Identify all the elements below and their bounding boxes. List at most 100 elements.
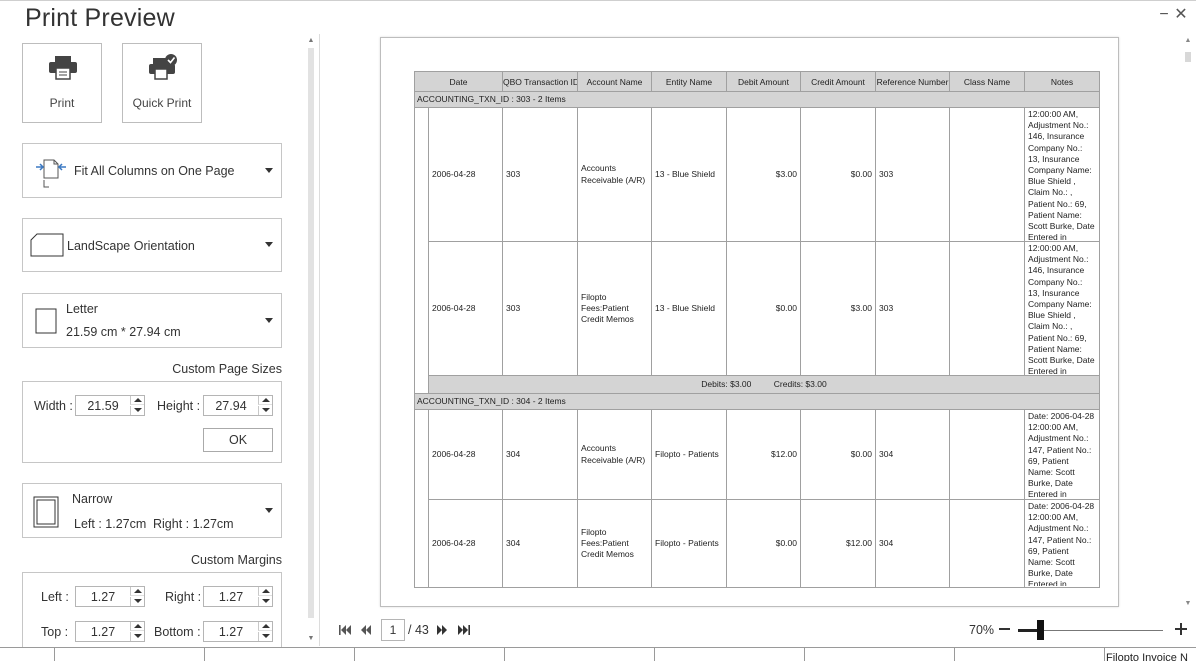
minimize-button[interactable]: − (1156, 6, 1172, 24)
group-header-row: ACCOUNTING_TXN_ID : 304 - 2 Items (414, 393, 1100, 410)
top-border (0, 0, 1196, 1)
cell-reference: 303 (875, 241, 950, 376)
bottom-margin-up-arrow[interactable] (258, 622, 272, 631)
left-margin-label: Left : (41, 590, 69, 604)
cell-class (949, 409, 1025, 500)
cell-notes: 12:00:00 AM, Adjustment No.: 146, Insura… (1024, 107, 1100, 242)
scrollbar-thumb[interactable] (308, 48, 314, 618)
cell-class (949, 241, 1025, 376)
next-page-icon[interactable] (434, 623, 450, 637)
cell-account: Accounts Receivable (A/R) (577, 107, 652, 242)
page-number-input[interactable] (381, 619, 405, 641)
cell-debit: $0.00 (726, 241, 801, 376)
cell-txn-id: 303 (502, 241, 578, 376)
cell-reference: 303 (875, 107, 950, 242)
margins-dropdown[interactable]: Narrow Left : 1.27cm Right : 1.27cm (22, 483, 282, 538)
summary-debits: Debits: $3.00 (701, 378, 752, 389)
preview-scrollbar[interactable]: ▲ ▼ (1182, 34, 1194, 612)
cell-debit: $3.00 (726, 107, 801, 242)
scaling-dropdown[interactable]: Fit All Columns on One Page (22, 143, 282, 198)
landscape-page-icon (30, 233, 64, 257)
cell-date: 2006-04-28 (428, 241, 503, 376)
cell-notes: Date: 2006-04-28 12:00:00 AM, Adjustment… (1024, 499, 1100, 588)
height-stepper[interactable] (203, 395, 273, 416)
left-margin-down-arrow[interactable] (130, 597, 144, 606)
paper-size: 21.59 cm * 27.94 cm (66, 325, 181, 339)
right-margin-label: Right : (165, 590, 202, 604)
scroll-up-arrow-icon[interactable]: ▲ (1182, 36, 1194, 46)
width-input[interactable] (76, 396, 130, 415)
close-button[interactable]: ✕ (1173, 6, 1189, 24)
cell-notes: Date: 2006-04-28 12:00:00 AM, Adjustment… (1024, 409, 1100, 500)
scaling-value: Fit All Columns on One Page (74, 164, 235, 178)
width-down-arrow[interactable] (130, 406, 144, 415)
cell-credit: $3.00 (800, 241, 876, 376)
bottom-margin-stepper[interactable] (203, 621, 273, 642)
scroll-down-arrow-icon[interactable]: ▼ (1182, 599, 1194, 609)
paper-size-dropdown[interactable]: Letter 21.59 cm * 27.94 cm (22, 293, 282, 348)
chevron-down-icon (265, 167, 273, 173)
right-margin-down-arrow[interactable] (258, 597, 272, 606)
right-margin-stepper[interactable] (203, 586, 273, 607)
top-margin-down-arrow[interactable] (130, 632, 144, 641)
cell-class (949, 107, 1025, 242)
top-margin-stepper[interactable] (75, 621, 145, 642)
right-margin-input[interactable] (204, 587, 258, 606)
zoom-level: 70% (969, 623, 995, 637)
height-down-arrow[interactable] (258, 406, 272, 415)
left-margin-input[interactable] (76, 587, 130, 606)
right-margin-up-arrow[interactable] (258, 587, 272, 596)
custom-margins-label: Custom Margins (191, 553, 282, 567)
width-label: Width : (34, 399, 73, 413)
table-row: 2006-04-28 304 Accounts Receivable (A/R)… (414, 409, 1100, 500)
width-stepper[interactable] (75, 395, 145, 416)
background-cell-text: Filopto Invoice N (1106, 652, 1188, 661)
zoom-slider-thumb[interactable] (1036, 620, 1044, 640)
paper-icon (35, 308, 57, 334)
previous-page-icon[interactable] (358, 623, 374, 637)
width-up-arrow[interactable] (130, 396, 144, 405)
height-input[interactable] (204, 396, 258, 415)
left-panel-scrollbar[interactable]: ▲ ▼ (306, 34, 316, 646)
cell-entity: Filopto - Patients (651, 499, 727, 588)
bottom-margin-down-arrow[interactable] (258, 632, 272, 641)
cell-notes: 12:00:00 AM, Adjustment No.: 146, Insura… (1024, 241, 1100, 376)
quick-print-button[interactable]: Quick Print (122, 43, 202, 123)
cell-entity: Filopto - Patients (651, 409, 727, 500)
custom-page-sizes-label: Custom Page Sizes (172, 362, 282, 376)
scroll-down-arrow-icon[interactable]: ▼ (306, 634, 316, 644)
top-margin-up-arrow[interactable] (130, 622, 144, 631)
scroll-up-arrow-icon[interactable]: ▲ (306, 36, 316, 46)
column-header: Date (414, 71, 503, 92)
first-page-icon[interactable] (337, 623, 353, 637)
cell-class (949, 499, 1025, 588)
print-button[interactable]: Print (22, 43, 102, 123)
cell-reference: 304 (875, 409, 950, 500)
orientation-value: LandScape Orientation (67, 239, 195, 253)
orientation-dropdown[interactable]: LandScape Orientation (22, 218, 282, 272)
top-margin-label: Top : (41, 625, 69, 639)
scrollbar-thumb[interactable] (1185, 52, 1191, 62)
cell-account: Accounts Receivable (A/R) (577, 409, 652, 500)
bottom-margin-input[interactable] (204, 622, 258, 641)
top-margin-input[interactable] (76, 622, 130, 641)
margins-page-icon (33, 496, 59, 528)
table-header-row: Date QBO Transaction ID Account Name Ent… (414, 71, 1100, 92)
margins-name: Narrow (72, 492, 113, 506)
zoom-in-button[interactable] (1174, 621, 1188, 637)
column-header: QBO Transaction ID (502, 71, 578, 92)
summary-credits: Credits: $3.00 (773, 378, 827, 389)
cell-reference: 304 (875, 499, 950, 588)
window-title: Print Preview (25, 4, 175, 32)
last-page-icon[interactable] (456, 623, 472, 637)
report-table: Date QBO Transaction ID Account Name Ent… (414, 71, 1100, 588)
notes-text: 12:00:00 AM, Adjustment No.: 146, Insura… (1028, 243, 1095, 374)
cell-txn-id: 303 (502, 107, 578, 242)
cell-debit: $12.00 (726, 409, 801, 500)
left-margin-up-arrow[interactable] (130, 587, 144, 596)
zoom-out-button[interactable] (998, 621, 1012, 637)
ok-button[interactable]: OK (203, 428, 273, 452)
height-up-arrow[interactable] (258, 396, 272, 405)
page-count: / 43 (408, 623, 429, 637)
left-margin-stepper[interactable] (75, 586, 145, 607)
